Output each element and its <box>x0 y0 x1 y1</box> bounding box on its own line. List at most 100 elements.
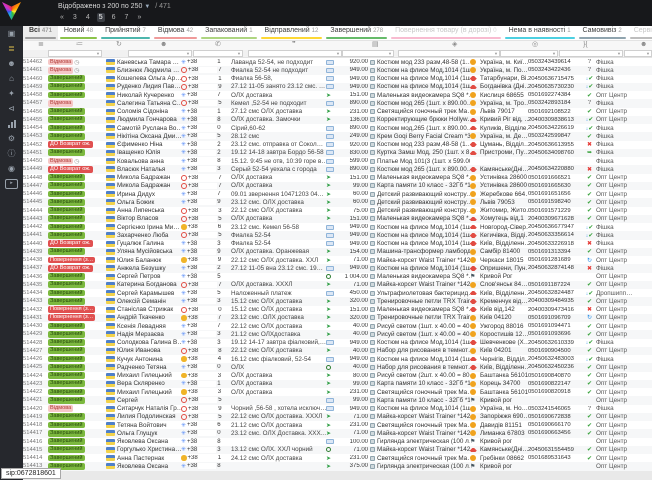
column-filter-0[interactable]: ▼ <box>48 50 102 57</box>
table-row[interactable]: 514424ЗавершенийМихаил Гилецький+383ОЛХ … <box>23 372 652 380</box>
table-row[interactable]: 514416ЗавершенийЯковлева Оксана✳+388100.… <box>23 438 652 446</box>
tab-Запакований[interactable]: Запакований1 <box>199 26 258 40</box>
table-row[interactable]: 514435ЗавершенийКатерина Богданова+387ОЛ… <box>23 281 652 289</box>
column-customer-icon[interactable]: ☻ <box>160 40 167 50</box>
sidebar-item-customers-icon[interactable]: ☻ <box>0 56 23 71</box>
pager-page-6[interactable]: 6 <box>110 13 118 22</box>
sidebar-item-settings-icon[interactable]: ⚙ <box>0 131 23 146</box>
table-row[interactable]: 514415ЗавершенийГоргулько Христина…✳+383… <box>23 446 652 454</box>
pager-page-7[interactable]: 7 <box>123 13 131 22</box>
table-row[interactable]: 514428ЗавершенийСолодкова Галина В…✳+383… <box>23 339 652 347</box>
table-row[interactable]: 514453ЗавершенийНікітіна Оксана Дми…✳+38… <box>23 132 652 140</box>
tab-Новий[interactable]: Новий48 <box>58 26 99 40</box>
records-shown[interactable]: Відображено з 200 по 250 ▼ / 471 <box>58 3 171 10</box>
pager-prev-icon[interactable]: « <box>58 13 66 22</box>
sidebar-item-marketing-icon[interactable]: ⊲ <box>0 101 23 116</box>
table-row[interactable]: 514414ЗавершенийАнна Пастернак+38124.12 … <box>23 454 652 462</box>
table-row[interactable]: 514437ДО Возврат ож.Анжела Безушку✳+3822… <box>23 264 652 272</box>
table-row[interactable]: 514431Повернення (з…Андрій Ткаченко+3872… <box>23 314 652 322</box>
table-row[interactable]: 514440ДО Возврат ож.Гуцалюк Галина✳+383Ф… <box>23 240 652 248</box>
pager-page-4[interactable]: 4 <box>84 13 92 22</box>
sidebar-item-info-icon[interactable]: ⓘ <box>0 146 23 161</box>
table-row[interactable]: 514457ВідмоваСалегина Татьяна С…+385Кеме… <box>23 99 652 107</box>
table-row[interactable]: 514452ДО Возврат ож.Єфименко Ніна✳+38223… <box>23 141 652 149</box>
table-row[interactable]: 514413ЗавершенийЯковлева Оксана✳+388➤375… <box>23 462 652 470</box>
column-tags-icon[interactable]: ≔ <box>76 40 83 50</box>
table-row[interactable]: 514421ЗавершенийСергей+38599.00Карта пам… <box>23 396 652 404</box>
table-row[interactable]: 514419ЗавершенийЛилия Подолинская+38522.… <box>23 413 652 421</box>
table-row[interactable]: 514432Повернення (з…Станіслав Стрижак+38… <box>23 306 652 314</box>
column-location-icon[interactable]: ◎ <box>532 40 538 50</box>
sidebar-item-purchases-icon[interactable]: ✦ <box>0 86 23 101</box>
tab-Нема в наявності[interactable]: Нема в наявності1 <box>503 26 577 40</box>
column-filter-3[interactable]: ▼ <box>248 50 342 57</box>
sidebar-item-screens-icon[interactable]: ▣ <box>0 26 23 41</box>
table-row[interactable]: 514441ЗавершенийЗахарченко Люба+385Фиалк… <box>23 231 652 239</box>
table-row[interactable]: 514420ВідмоваСитарчук Наталія Гр…+389Чор… <box>23 405 652 413</box>
sidebar-item-video-icon[interactable]: ▸ <box>0 176 23 191</box>
tab-Самовивіз[interactable]: Самовивіз2 <box>577 26 628 40</box>
column-filter-1[interactable]: ▼ <box>128 50 192 57</box>
table-row[interactable]: 514439ЗавершенийУляна Мусійовська✳+389ОЛ… <box>23 248 652 256</box>
table-row[interactable]: 514429ЗавершенийНадія Мерзаєва✳+38321.12… <box>23 330 652 338</box>
table-row[interactable]: 514454ЗавершенийСамотій Руслана Во…✳+380… <box>23 124 652 132</box>
tab-Завершений[interactable]: Завершений278 <box>324 26 389 40</box>
column-filter-8[interactable]: ▼ <box>624 50 652 57</box>
pager-next-icon[interactable]: » <box>135 13 143 22</box>
table-row[interactable]: 514427ЗавершенийЮлия Иванова+38822.12 см… <box>23 347 652 355</box>
column-filter-6[interactable]: ▼ <box>500 50 558 57</box>
app-logo-icon[interactable] <box>2 2 21 20</box>
table-row[interactable]: 514422ЗавершенийМихаил Гилецький+383ОЛХ … <box>23 388 652 396</box>
table-row[interactable]: 514456ЗавершенийСоломія Сідоніна✳+38127.… <box>23 108 652 116</box>
table-row[interactable]: 514418ЗавершенийТетяна Войтович✳+38621.1… <box>23 421 652 429</box>
column-filter-2[interactable]: ▼ <box>193 50 243 57</box>
column-handshake-icon[interactable]: }{ <box>583 40 588 50</box>
table-row[interactable]: 514433ЗавершенийОлексій Семанін✳+38315.1… <box>23 297 652 305</box>
table-row[interactable]: 514436ЗавершенийСергей Петров✳+3851 004.… <box>23 273 652 281</box>
column-filter-4[interactable]: ▼ <box>342 50 394 57</box>
table-row[interactable]: 514430ЗавершенийКсенія Левадняя✳+38722.1… <box>23 322 652 330</box>
table-row[interactable]: 514450Відмова◷Ковальова анна✳+38815.12. … <box>23 157 652 165</box>
table-row[interactable]: 514423ЗавершенийВера Скляренко✳+381ОЛХ д… <box>23 380 652 388</box>
pager-page-5[interactable]: 5 <box>97 13 105 22</box>
table-row[interactable]: 514458ЗавершенийНиколай Кучеренко✳+387ОЛ… <box>23 91 652 99</box>
column-phone-icon[interactable]: ✆ <box>215 40 221 50</box>
table-row[interactable]: 514449ДО Возврат ож.Власюк Наталья✳+383С… <box>23 165 652 173</box>
column-filter-7[interactable]: ▼ <box>559 50 623 57</box>
column-filter-5[interactable]: ▼ <box>398 50 500 57</box>
table-row[interactable]: 514461Відмова◷Близнюк Людмила …+387Фиалк… <box>23 66 652 74</box>
column-product-icon[interactable]: ◈ <box>452 40 457 50</box>
column-checklist-icon[interactable]: ≣ <box>38 40 44 50</box>
table-row[interactable]: 514443ЗавершенийВіктор Власов+385ОЛХ дос… <box>23 215 652 223</box>
tab-Відправлений[interactable]: Відправлений12 <box>259 26 325 40</box>
sidebar-item-warehouse-icon[interactable]: ⌂ <box>0 71 23 86</box>
tab-Сервіси[interactable]: Сервіси0 <box>628 26 652 40</box>
table-row[interactable]: 514455ЗавершенийЛюдмила Гончарова✳+388ОЛ… <box>23 116 652 124</box>
tab-Відмова[interactable]: Відмова42 <box>152 26 199 40</box>
table-row[interactable]: 514448ЗавершенийМикола Бадражан+387ОЛХ д… <box>23 174 652 182</box>
column-status-refresh-icon[interactable]: ↻ <box>116 40 122 50</box>
tab-Прийнятий[interactable]: Прийнятий7 <box>99 26 152 40</box>
table-row[interactable]: 514444ЗавершенийАнна Липенська+38322.12 … <box>23 207 652 215</box>
sidebar-item-monitoring-icon[interactable]: ◉ <box>0 161 23 176</box>
column-comment-icon[interactable]: ❞ <box>292 40 296 50</box>
table-row[interactable]: 514460ЗавершенийКошелева Ольга Ар…+381Фи… <box>23 75 652 83</box>
column-manager-icon[interactable]: ☻ <box>640 40 647 50</box>
table-row[interactable]: 514446ЗавершенийИрина Дидух✳+38709.01 зв… <box>23 190 652 198</box>
column-payment-icon[interactable]: ▤ <box>372 40 379 50</box>
tab-Повернення товару (в дорозі)[interactable]: Повернення товару (в дорозі)0 <box>389 26 503 40</box>
table-row[interactable]: 514417ЗавершенийОльга Глущук✳+38023.12 с… <box>23 429 652 437</box>
table-row[interactable]: 514426ЗавершенийКучук Антонина+38416.12 … <box>23 355 652 363</box>
pager-page-3[interactable]: 3 <box>71 13 79 22</box>
table-row[interactable]: 514462Відмова◷Каневська Тамара …✳+381Лав… <box>23 58 652 66</box>
table-row[interactable]: 514425ЗавершенийРадченко Тетяна✳+380ОЛХ4… <box>23 363 652 371</box>
table-row[interactable]: 514451ЗавершенийІващенко Юлія✳+38219.12 … <box>23 149 652 157</box>
table-row[interactable]: 514459ЗавершенийРуденко Лидия Пав…+38927… <box>23 83 652 91</box>
table-row[interactable]: 514434ЗавершенийСергей Карамышев✳+385Нал… <box>23 289 652 297</box>
sidebar-item-statistics-icon[interactable] <box>0 116 23 131</box>
tab-Всі[interactable]: Всі471 <box>23 26 58 40</box>
table-row[interactable]: 514438Повернення (з…Юлия Баланюк+38922.1… <box>23 256 652 264</box>
table-row[interactable]: 514447ЗавершенийМикола Бадражан+387ОЛХ д… <box>23 182 652 190</box>
table-row[interactable]: 514445ЗавершенийОльга Божик✳+38923.12 см… <box>23 198 652 206</box>
table-row[interactable]: 514442ЗавершенийСергієнко Ірина Ми…+3862… <box>23 223 652 231</box>
